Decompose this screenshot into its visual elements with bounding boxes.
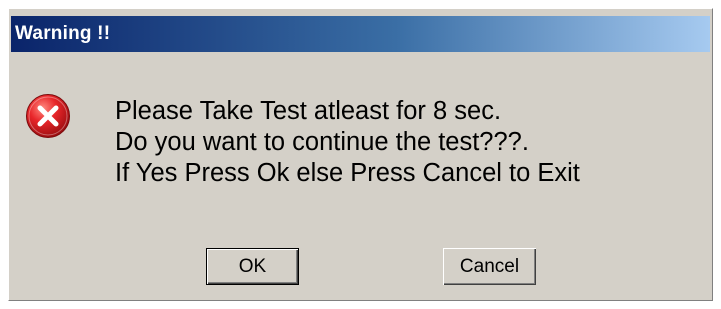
ok-button[interactable]: OK: [206, 248, 299, 285]
message-line-1: Please Take Test atleast for 8 sec.: [115, 97, 502, 125]
message-text: Please Take Test atleast for 8 sec. Do y…: [115, 96, 705, 189]
cancel-button[interactable]: Cancel: [443, 248, 536, 285]
warning-dialog: Warning !! Please Take Test atleast for …: [8, 8, 713, 301]
message-line-2: Do you want to continue the test???.: [115, 128, 529, 156]
error-icon: [25, 93, 71, 139]
dialog-title: Warning !!: [15, 23, 111, 44]
message-line-3: If Yes Press Ok else Press Cancel to Exi…: [115, 159, 580, 187]
title-bar[interactable]: Warning !!: [11, 16, 710, 52]
